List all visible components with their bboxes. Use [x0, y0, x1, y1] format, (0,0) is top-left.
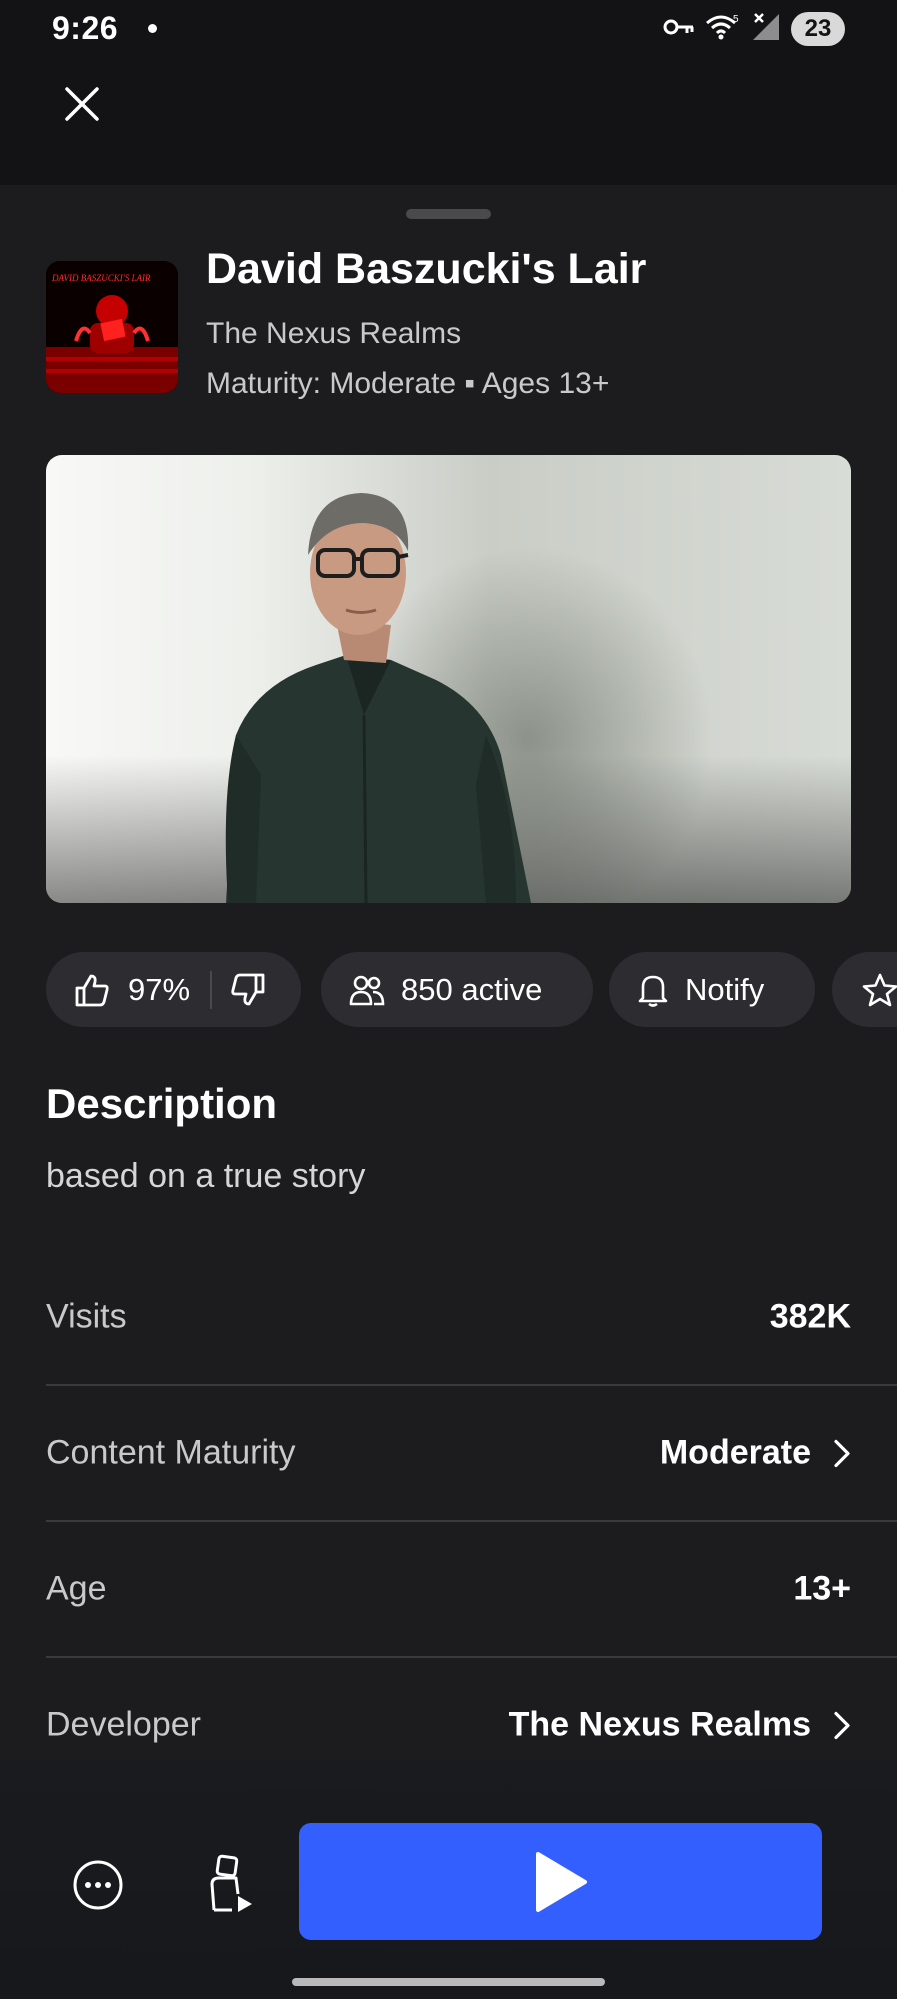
vpn-key-icon	[663, 17, 695, 42]
info-row-visits: Visits 382K	[46, 1250, 897, 1386]
status-bar: 9:26 5 23	[0, 0, 897, 60]
info-label: Content Maturity	[46, 1433, 296, 1472]
avatar-play-icon	[210, 1854, 252, 1912]
info-value: 382K	[769, 1297, 851, 1336]
home-indicator[interactable]	[292, 1978, 605, 1986]
notification-dot	[148, 24, 157, 33]
vote-divider	[210, 970, 213, 1009]
chevron-right-icon	[834, 1439, 850, 1467]
more-options-button[interactable]	[70, 1857, 126, 1913]
game-hero-image[interactable]	[46, 455, 851, 903]
star-icon	[862, 973, 897, 1007]
game-details-sheet: DAVID BASZUCKI'S LAIR David Baszucki's L…	[0, 185, 897, 1999]
avatar-button[interactable]	[200, 1852, 260, 1916]
more-icon	[73, 1860, 123, 1910]
rating-value: 97%	[128, 971, 191, 1007]
vote-pill: 97%	[46, 952, 301, 1027]
play-icon	[535, 1851, 587, 1912]
game-thumbnail: DAVID BASZUCKI'S LAIR	[46, 261, 178, 393]
thumbs-down-icon[interactable]	[230, 973, 266, 1007]
close-icon	[65, 87, 99, 121]
battery-icon: 23	[791, 12, 845, 46]
drag-handle[interactable]	[406, 209, 491, 219]
signal-icon	[751, 12, 781, 47]
wifi-icon: 5	[705, 13, 741, 46]
close-button[interactable]	[56, 78, 108, 130]
thumbs-up-icon[interactable]	[74, 973, 110, 1007]
stat-pills: 97% 850 active Notify	[46, 952, 897, 1027]
active-count: 850 active	[401, 971, 543, 1007]
status-time: 9:26	[52, 10, 119, 46]
info-label: Age	[46, 1569, 107, 1608]
info-value: 13+	[793, 1569, 851, 1608]
info-label: Visits	[46, 1297, 127, 1336]
svg-text:5: 5	[733, 14, 739, 25]
active-players-pill: 850 active	[321, 952, 593, 1027]
info-value: The Nexus Realms	[509, 1706, 851, 1745]
top-area	[0, 60, 897, 185]
description-heading: Description	[46, 1080, 278, 1127]
info-row-content-maturity[interactable]: Content Maturity Moderate	[46, 1386, 897, 1522]
people-icon	[349, 974, 385, 1006]
play-button[interactable]	[299, 1823, 822, 1940]
bell-icon	[637, 973, 669, 1007]
info-value: Moderate	[660, 1434, 851, 1473]
game-title: David Baszucki's Lair	[206, 245, 647, 293]
info-label: Developer	[46, 1705, 201, 1744]
game-maturity: Maturity: Moderate ▪ Ages 13+	[206, 367, 610, 400]
info-row-age: Age 13+	[46, 1522, 897, 1658]
description-text: based on a true story	[46, 1157, 366, 1195]
notify-label: Notify	[685, 971, 765, 1007]
chevron-right-icon	[834, 1711, 850, 1739]
notify-button[interactable]: Notify	[609, 952, 815, 1027]
thumbnail-text: DAVID BASZUCKI'S LAIR	[51, 273, 151, 283]
favorite-button[interactable]	[832, 952, 897, 1027]
status-icons: 5 23	[663, 12, 845, 46]
game-creator[interactable]: The Nexus Realms	[206, 317, 461, 351]
